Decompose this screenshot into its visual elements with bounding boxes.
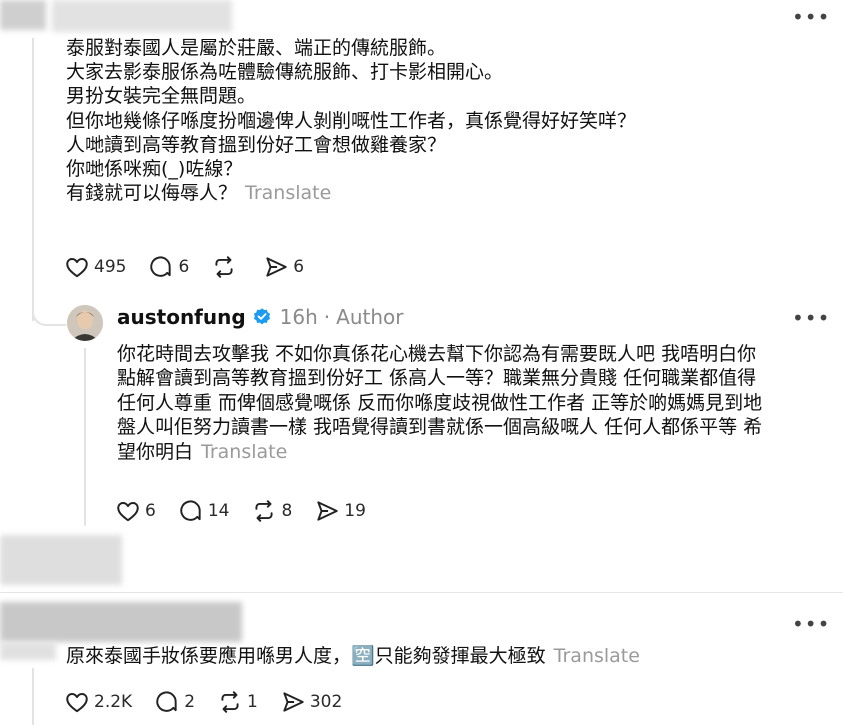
reply-line: 任何人尊重 而俾個感覺嘅係 反而你喺度歧視做性工作者 正等於啲媽媽見到地 <box>117 391 763 414</box>
thread-line <box>32 668 34 725</box>
heart-icon <box>66 693 88 713</box>
blurred-avatar <box>0 642 56 660</box>
blurred-avatar <box>0 0 46 30</box>
share-icon <box>317 501 339 521</box>
more-options-button[interactable]: ••• <box>792 7 830 27</box>
reply-actions: 6 14 8 19 <box>115 498 388 524</box>
avatar[interactable] <box>67 305 103 341</box>
share-button[interactable]: 302 <box>280 689 342 715</box>
repost-icon <box>221 691 239 713</box>
username-link[interactable]: austonfung <box>117 305 246 329</box>
repost-count: 1 <box>247 692 258 712</box>
share-icon <box>266 257 288 277</box>
translate-link[interactable]: Translate <box>245 182 331 204</box>
reply-count: 14 <box>207 501 230 521</box>
comment-actions: 495 6 6 <box>64 254 326 280</box>
share-count: 302 <box>309 692 343 712</box>
reply-line: 你花時間去攻擊我 不如你真係花心機去幫下你認為有需要既人吧 我唔明白你 <box>117 343 757 365</box>
repost-button[interactable] <box>211 254 241 280</box>
avatar-photo-icon <box>67 305 103 341</box>
repost-icon <box>215 256 233 278</box>
translate-link[interactable]: Translate <box>201 441 287 463</box>
like-button[interactable]: 495 <box>64 254 126 280</box>
thread-connector <box>32 296 66 326</box>
reply-line: 點解會讀到高等教育搵到份好工 係高人一等？職業無分貴賤 任何職業都值得 <box>117 367 757 390</box>
translate-link[interactable]: Translate <box>554 645 640 667</box>
reply-button[interactable]: 6 <box>148 254 189 280</box>
post-time[interactable]: 16h <box>280 305 318 329</box>
reply-line: 盤人叫佢努力讀書一樣 我唔覺得讀到書就係一個高級嘅人 任何人都係平等 希 <box>117 416 763 439</box>
blurred-region <box>0 535 122 585</box>
share-button[interactable]: 19 <box>314 498 366 524</box>
share-icon <box>283 692 304 712</box>
comment-line: 泰服對泰國人是屬於莊嚴、端正的傳統服飾。 <box>66 37 447 59</box>
reply-button[interactable]: 14 <box>178 498 230 524</box>
thread-line <box>32 38 34 321</box>
repost-button[interactable]: 1 <box>217 689 258 715</box>
repost-count: 8 <box>281 501 293 521</box>
share-button[interactable]: 6 <box>263 254 304 280</box>
comment-line: 有錢就可以侮辱人？ <box>66 182 238 205</box>
like-count: 2.2K <box>94 692 133 712</box>
more-options-button[interactable]: ••• <box>792 614 830 634</box>
blurred-username <box>0 602 242 642</box>
author-badge: Author <box>336 305 404 329</box>
comment-line: 但你地幾條仔喺度扮嗰邊俾人剝削嘅性工作者，真係覺得好好笑咩？ <box>66 109 637 132</box>
thread-line <box>84 348 86 526</box>
like-count: 495 <box>94 257 127 277</box>
comment-line: 人哋讀到高等教育搵到份好工會想做雞養家？ <box>66 133 447 156</box>
comment-body: 原來泰國手妝係要應用喺男人度，🈳只能夠發揮最大極致 Translate <box>66 644 640 668</box>
comment-line: 大家去影泰服係為咗體驗傳統服飾、打卡影相開心。 <box>66 61 504 84</box>
share-count: 6 <box>293 257 305 277</box>
blurred-username <box>52 0 232 32</box>
comment-line: 男扮女裝完全無問題。 <box>66 85 257 108</box>
reply-count: 6 <box>178 257 190 277</box>
like-button[interactable]: 6 <box>115 498 156 524</box>
comment-actions: 2.2K 2 1 302 <box>64 689 364 715</box>
reply-body: 你花時間去攻擊我 不如你真係花心機去幫下你認為有需要既人吧 我唔明白你 點解會讀… <box>117 342 762 464</box>
comment-icon <box>156 691 177 712</box>
reply-button[interactable]: 2 <box>154 689 195 715</box>
comment-text: 原來泰國手妝係要應用喺男人度，🈳只能夠發揮最大極致 <box>66 645 546 667</box>
comment-icon <box>180 500 201 521</box>
comment-icon <box>150 256 172 277</box>
comment-line: 你哋係咪痴(_)咗線？ <box>66 158 243 181</box>
repost-icon <box>255 500 274 522</box>
comment-body: 泰服對泰國人是屬於莊嚴、端正的傳統服飾。 大家去影泰服係為咗體驗傳統服飾、打卡影… <box>66 36 636 205</box>
share-count: 19 <box>344 501 366 521</box>
like-button[interactable]: 2.2K <box>64 689 132 715</box>
reply-header: austonfung 16h · Author <box>117 305 404 329</box>
repost-button[interactable]: 8 <box>251 498 292 524</box>
reply-count: 2 <box>184 692 196 712</box>
heart-icon <box>66 258 88 278</box>
verified-badge-icon <box>253 308 270 325</box>
like-count: 6 <box>145 501 156 521</box>
more-options-button[interactable]: ••• <box>792 308 830 328</box>
reply-line: 望你明白 <box>117 440 194 463</box>
divider <box>0 592 843 593</box>
heart-icon <box>117 502 139 522</box>
meta-separator: · <box>323 305 331 329</box>
